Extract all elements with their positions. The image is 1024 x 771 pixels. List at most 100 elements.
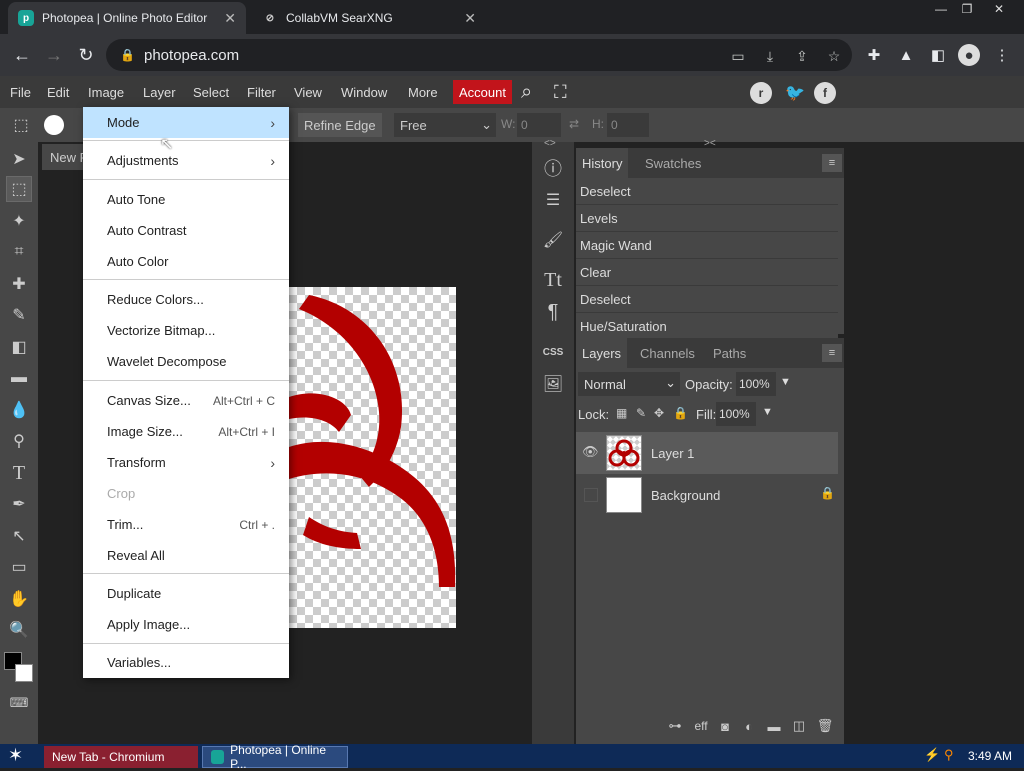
menu-item-transform[interactable]: Transform › xyxy=(83,447,289,478)
kebab-menu-icon[interactable]: ⋮ xyxy=(991,44,1013,66)
css-icon[interactable]: CSS xyxy=(535,338,571,366)
lock-all-icon[interactable]: 🔒 xyxy=(673,406,688,420)
menu-image[interactable]: Image xyxy=(88,76,124,108)
menu-item-adjustments[interactable]: Adjustments › xyxy=(83,145,289,176)
close-icon[interactable]: ✕ xyxy=(464,10,476,27)
window-close-icon[interactable]: ✕ xyxy=(986,0,1012,18)
history-entry[interactable]: Hue/Saturation xyxy=(576,313,838,340)
refine-edge-button[interactable]: Refine Edge xyxy=(298,113,382,137)
blur-tool-icon[interactable]: 💧 xyxy=(6,397,32,423)
search-icon[interactable]: ⌕ xyxy=(521,76,532,108)
profile-icon[interactable]: ● xyxy=(958,44,980,66)
history-entry[interactable]: Deselect xyxy=(576,286,838,313)
install-icon[interactable]: ⤓ xyxy=(760,46,780,66)
restore-icon[interactable]: ❐ xyxy=(954,0,980,18)
task-chromium[interactable]: New Tab - Chromium xyxy=(44,746,198,768)
start-icon[interactable]: ✶ xyxy=(8,745,23,766)
new-layer-icon[interactable]: ◫ xyxy=(790,717,808,735)
opacity-input[interactable]: 100% xyxy=(736,372,776,396)
menu-item-trim[interactable]: Trim... Ctrl + . xyxy=(83,509,289,540)
tab-layers[interactable]: Layers xyxy=(576,338,628,368)
history-entry[interactable]: Deselect xyxy=(576,178,838,205)
account-button[interactable]: Account xyxy=(453,80,512,104)
minimize-icon[interactable]: — xyxy=(928,0,954,18)
move-tool-icon[interactable]: ➤ xyxy=(6,146,32,172)
search-tray-icon[interactable]: ⚲ xyxy=(944,747,954,763)
healing-tool-icon[interactable]: ✚ xyxy=(6,271,32,297)
crop-tool-icon[interactable]: ⌗ xyxy=(6,239,32,265)
eraser-tool-icon[interactable]: ◧ xyxy=(6,334,32,360)
swap-icon[interactable]: ⇄ xyxy=(569,117,579,131)
panel-menu-icon[interactable]: ≡ xyxy=(822,154,842,172)
eye-icon[interactable]: 👁 xyxy=(582,444,599,460)
info-icon[interactable]: ⓘ xyxy=(535,154,571,182)
menu-more[interactable]: More xyxy=(408,76,438,108)
star-icon[interactable]: ☆ xyxy=(824,46,844,66)
menu-item-auto-tone[interactable]: Auto Tone xyxy=(83,184,289,215)
menu-item-canvas-size[interactable]: Canvas Size... Alt+Ctrl + C xyxy=(83,385,289,416)
menu-edit[interactable]: Edit xyxy=(47,76,69,108)
adjustments-icon[interactable]: ☰ xyxy=(535,186,571,214)
tab-paths[interactable]: Paths xyxy=(707,338,752,368)
folder-icon[interactable]: ▬ xyxy=(765,717,783,735)
extensions-icon[interactable]: ✚ xyxy=(863,44,885,66)
brush-settings-icon[interactable]: 🖌 xyxy=(535,226,571,254)
menu-item-vectorize-bitmap[interactable]: Vectorize Bitmap... xyxy=(83,315,289,346)
adjustment-icon[interactable]: ◐ xyxy=(740,717,758,735)
style-select[interactable]: Free ⌄ xyxy=(394,113,496,137)
menu-item-auto-color[interactable]: Auto Color xyxy=(83,246,289,277)
hand-tool-icon[interactable]: ✋ xyxy=(6,586,32,612)
panel-menu-icon[interactable]: ≡ xyxy=(822,344,842,362)
effects-icon[interactable]: eff xyxy=(692,717,710,735)
twitter-icon[interactable]: 🐦 xyxy=(784,82,806,104)
tab-history[interactable]: History xyxy=(576,148,629,178)
flask-icon[interactable]: ▲ xyxy=(895,44,917,66)
lock-position-icon[interactable]: ✥ xyxy=(654,406,664,420)
tab-searxng[interactable]: ⊘ CollabVM SearXNG ✕ xyxy=(252,2,486,34)
tab-swatches[interactable]: Swatches xyxy=(639,148,707,178)
task-photopea[interactable]: Photopea | Online P... xyxy=(202,743,348,771)
opacity-dropdown-icon[interactable]: ▼ xyxy=(780,376,791,388)
brush-tool-icon[interactable]: ✎ xyxy=(6,302,32,328)
reddit-icon[interactable]: r xyxy=(750,82,772,104)
trash-icon[interactable]: 🗑 xyxy=(816,717,834,735)
sidebar-icon[interactable]: ◧ xyxy=(927,44,949,66)
blend-mode-select[interactable]: Normal ⌄ xyxy=(578,372,680,396)
mask-icon[interactable]: ◙ xyxy=(716,717,734,735)
pen-tool-icon[interactable]: ✒ xyxy=(6,491,32,517)
history-entry[interactable]: Levels xyxy=(576,205,838,232)
close-icon[interactable]: ✕ xyxy=(224,10,236,27)
tab-channels[interactable]: Channels xyxy=(634,338,701,368)
width-input[interactable]: 0 xyxy=(517,113,561,137)
image-icon[interactable]: 🖼 xyxy=(535,370,571,398)
lock-transparency-icon[interactable]: ▦ xyxy=(616,406,627,420)
forward-icon[interactable]: → xyxy=(41,43,67,67)
menu-item-reduce-colors[interactable]: Reduce Colors... xyxy=(83,284,289,315)
height-input[interactable]: 0 xyxy=(607,113,649,137)
background-color-swatch[interactable] xyxy=(15,664,33,682)
menu-file[interactable]: File xyxy=(10,76,31,108)
menu-window[interactable]: Window xyxy=(341,76,387,108)
collapse-left-icon[interactable]: <> xyxy=(544,138,556,149)
share-icon[interactable]: ⇪ xyxy=(792,46,812,66)
facebook-icon[interactable]: f xyxy=(814,82,836,104)
image-canvas[interactable] xyxy=(289,287,456,628)
fill-input[interactable]: 100% xyxy=(716,402,756,426)
link-icon[interactable]: ⊶ xyxy=(666,717,684,735)
url-field[interactable]: 🔒 photopea.com ▭ ⤓ ⇪ ☆ xyxy=(106,39,852,71)
menu-item-duplicate[interactable]: Duplicate xyxy=(83,578,289,609)
document-icon[interactable]: ▭ xyxy=(728,46,748,66)
menu-view[interactable]: View xyxy=(294,76,322,108)
menu-item-apply-image[interactable]: Apply Image... xyxy=(83,609,289,640)
marquee-tool-icon[interactable]: ⬚ xyxy=(6,176,32,202)
gradient-tool-icon[interactable]: ▬ xyxy=(6,365,32,391)
clock[interactable]: 3:49 AM xyxy=(968,749,1012,763)
visibility-toggle[interactable] xyxy=(584,488,598,502)
back-icon[interactable]: ← xyxy=(9,43,35,67)
menu-item-reveal-all[interactable]: Reveal All xyxy=(83,540,289,571)
path-select-icon[interactable]: ↖ xyxy=(6,523,32,549)
selection-mode-icon[interactable] xyxy=(44,115,64,135)
menu-item-mode[interactable]: Mode › xyxy=(83,107,289,138)
type-tool-icon[interactable]: T xyxy=(6,460,32,486)
menu-item-auto-contrast[interactable]: Auto Contrast xyxy=(83,215,289,246)
